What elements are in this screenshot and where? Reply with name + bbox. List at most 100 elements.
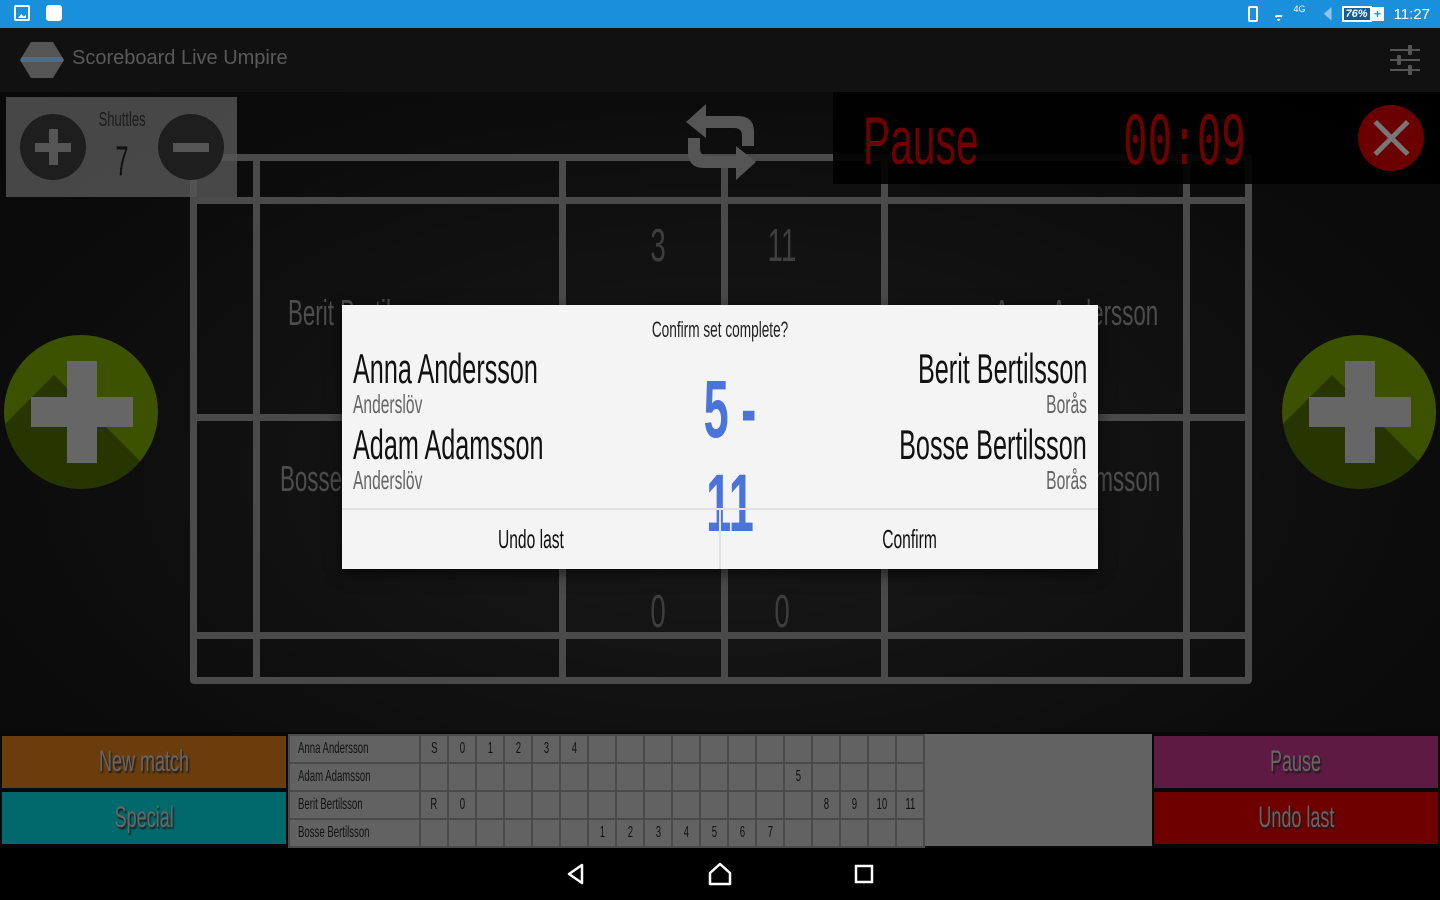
shuttle-counter: Shuttles 7 (6, 97, 237, 197)
score-sheet-row: Berit Bertilsson R 0 8 9 10 11 (288, 790, 925, 820)
score-sheet-cell (810, 734, 841, 764)
score-sheet-cell (642, 734, 673, 764)
score-sheet-cell (866, 818, 897, 848)
court-score-bottom-left: 0 (650, 585, 666, 637)
score-sheet-cell (558, 762, 589, 792)
settings-sliders-icon[interactable] (1390, 45, 1420, 75)
score-sheet-cell: 2 (614, 818, 645, 848)
score-sheet-row: Adam Adamsson 5 (288, 762, 925, 792)
score-sheet: Anna Andersson S 0 1 2 3 4 Adam Adamsson 5 Berit … (288, 734, 1152, 848)
score-sheet-cell (586, 790, 617, 820)
add-point-right-button[interactable] (1282, 335, 1436, 489)
score-sheet-cell (614, 734, 645, 764)
score-sheet-cell (866, 734, 897, 764)
score-sheet-cell: 11 (894, 790, 925, 820)
network-type: 4G (1293, 4, 1306, 14)
score-sheet-cell (782, 734, 813, 764)
score-sheet-cell (474, 818, 505, 848)
score-sheet-cell (726, 790, 757, 820)
back-icon[interactable] (564, 862, 588, 886)
close-icon[interactable] (1358, 105, 1424, 171)
score-sheet-cell: 6 (726, 818, 757, 848)
timer-panel: Pause 00:09 (833, 92, 1440, 184)
score-sheet-cell (838, 818, 869, 848)
score-sheet-cell: 5 (698, 818, 729, 848)
image-icon (14, 5, 30, 21)
score-sheet-cell (810, 818, 841, 848)
score-sheet-cell: 3 (642, 818, 673, 848)
swap-sides-icon[interactable] (684, 102, 758, 182)
score-sheet-cell: 4 (670, 818, 701, 848)
undo-last-button[interactable]: Undo last (1154, 792, 1438, 844)
score-sheet-cell (754, 734, 785, 764)
score-sheet-cell (558, 818, 589, 848)
vibrate-icon (1247, 6, 1258, 22)
score-sheet-row: Bosse Bertilsson 1 2 3 4 5 6 7 (288, 818, 925, 848)
special-button[interactable]: Special (2, 792, 286, 844)
court-score-bottom-right: 0 (774, 585, 790, 637)
score-sheet-cell: 10 (866, 790, 897, 820)
dialog-title: Confirm set complete? (651, 317, 789, 342)
left-player-2-club: Anderslöv (353, 465, 423, 495)
score-sheet-cell (698, 790, 729, 820)
score-sheet-cell: 0 (446, 790, 477, 820)
score-sheet-cell (698, 734, 729, 764)
dialog-undo-button[interactable]: Undo last (342, 510, 719, 569)
battery-level: 76% (1341, 6, 1372, 22)
score-sheet-cell (586, 762, 617, 792)
new-match-button[interactable]: New match (2, 736, 286, 788)
score-sheet-player: Bosse Bertilsson (288, 818, 421, 848)
court-score-top-left: 3 (650, 219, 666, 271)
bottom-panel: New match Special Anna Andersson S 0 1 2 3 4 Ad… (0, 732, 1440, 848)
score-sheet-cell: S (418, 734, 449, 764)
left-player-2-name: Adam Adamsson (353, 421, 544, 468)
score-sheet-cell: 9 (838, 790, 869, 820)
score-sheet-cell (894, 734, 925, 764)
home-icon[interactable] (708, 862, 732, 886)
score-sheet-cell (418, 762, 449, 792)
clock: 11:27 (1393, 5, 1430, 23)
pause-button[interactable]: Pause (1154, 736, 1438, 788)
score-sheet-cell: 4 (558, 734, 589, 764)
score-sheet-cell (502, 790, 533, 820)
timer-value: 00:09 (1123, 102, 1246, 181)
clipboard-check-icon (46, 5, 62, 21)
recents-icon[interactable] (852, 862, 876, 886)
score-sheet-cell (530, 790, 561, 820)
right-player-2-name: Bosse Bertilsson (899, 421, 1087, 468)
score-sheet-cell (894, 818, 925, 848)
nav-bar (0, 848, 1440, 900)
score-sheet-cell (754, 790, 785, 820)
score-sheet-cell (670, 790, 701, 820)
score-sheet-cell (418, 818, 449, 848)
score-sheet-cell (838, 734, 869, 764)
score-sheet-cell (726, 762, 757, 792)
app-bar: Scoreboard Live Umpire (0, 28, 1440, 92)
right-player-2-club: Borås (1046, 465, 1087, 495)
score-sheet-cell (446, 762, 477, 792)
score-sheet-cell (474, 790, 505, 820)
score-sheet-cell (530, 762, 561, 792)
score-sheet-cell (474, 762, 505, 792)
right-player-1-name: Berit Bertilsson (917, 345, 1087, 392)
score-sheet-cell (642, 790, 673, 820)
score-sheet-player: Adam Adamsson (288, 762, 421, 792)
score-sheet-cell: 8 (810, 790, 841, 820)
score-sheet-cell: 5 (782, 762, 813, 792)
score-sheet-cell (530, 818, 561, 848)
left-player-1-club: Anderslöv (353, 389, 423, 419)
app-logo (20, 42, 64, 78)
timer-label: Pause (863, 103, 979, 179)
add-point-left-button[interactable] (4, 335, 158, 489)
score-sheet-cell (866, 762, 897, 792)
score-sheet-cell (754, 762, 785, 792)
add-shuttle-button[interactable] (20, 114, 86, 180)
score-sheet-cell (782, 790, 813, 820)
score-sheet-player: Anna Andersson (288, 734, 421, 764)
score-sheet-cell (670, 734, 701, 764)
score-sheet-cell: R (418, 790, 449, 820)
dialog-confirm-button[interactable]: Confirm (719, 510, 1098, 569)
remove-shuttle-button[interactable] (158, 114, 224, 180)
status-bar: 4G 76% + 11:27 (0, 0, 1440, 28)
dialog-actions: Undo last Confirm (342, 508, 1098, 569)
